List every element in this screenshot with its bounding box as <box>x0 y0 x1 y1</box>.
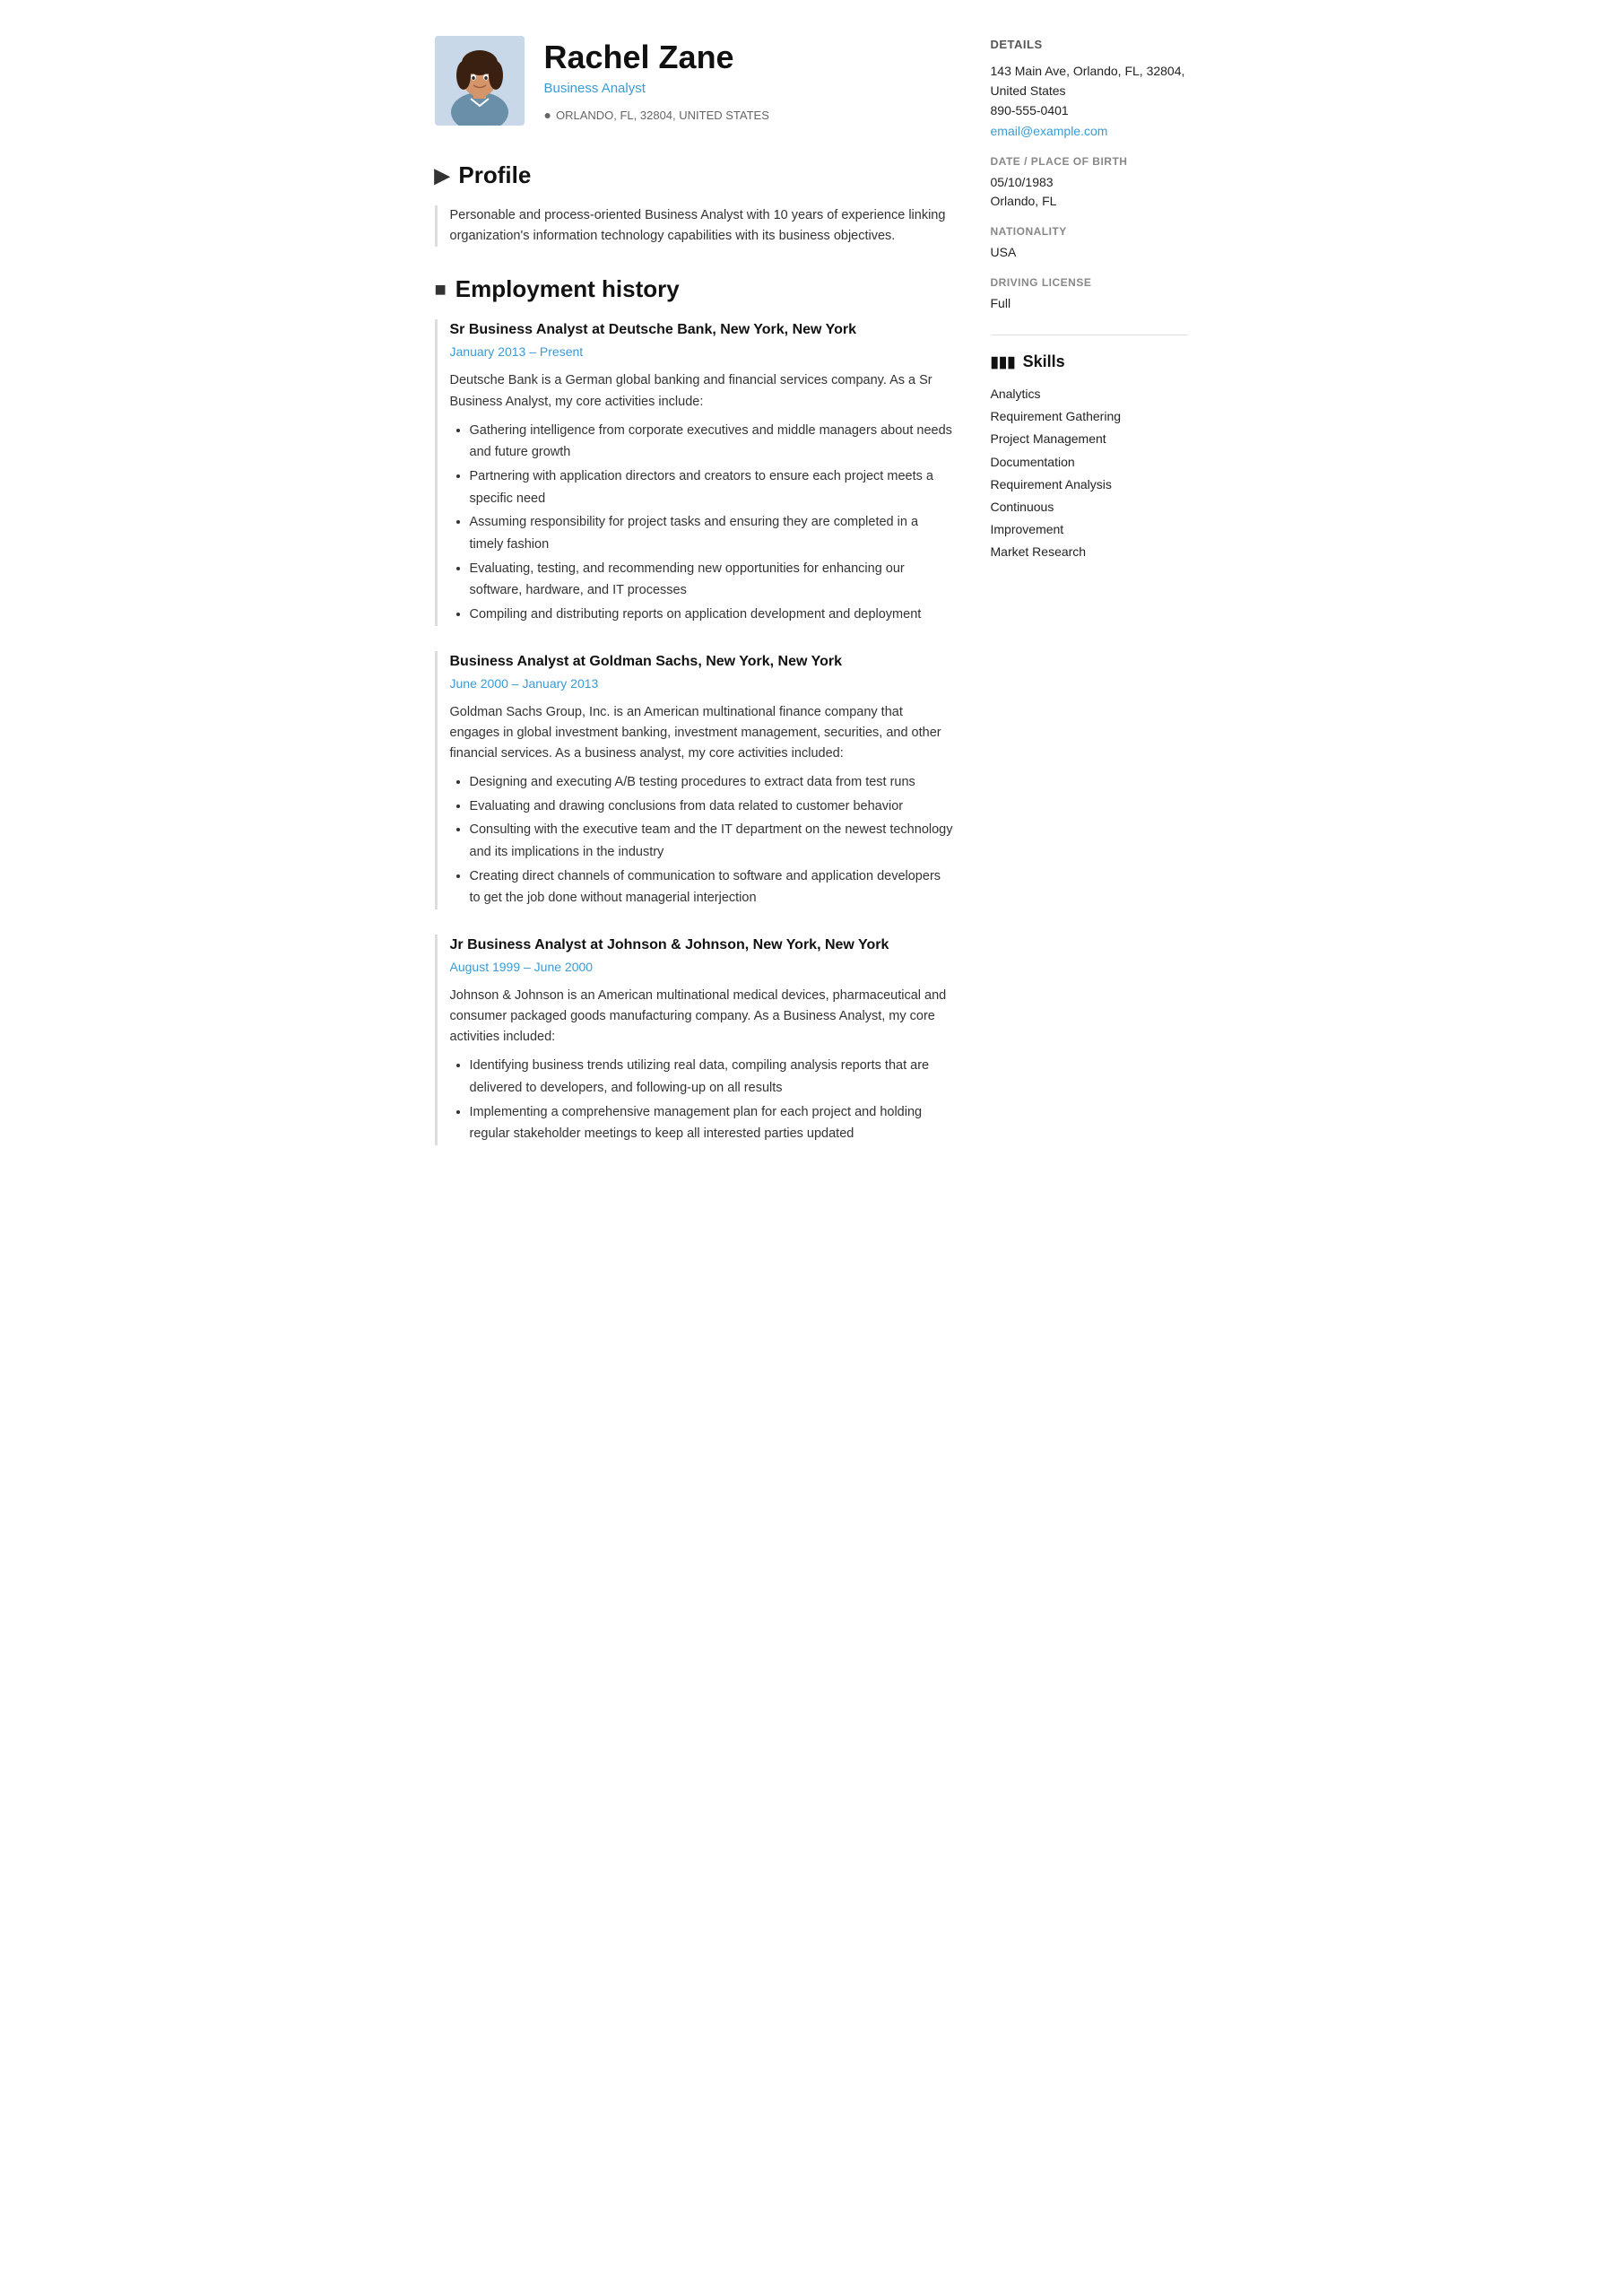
job-entry-1: Business Analyst at Goldman Sachs, New Y… <box>435 651 955 909</box>
dob-label: DATE / PLACE OF BIRTH <box>991 153 1188 170</box>
job-desc-0: Deutsche Bank is a German global banking… <box>450 370 955 412</box>
job-bullet-0-0: Gathering intelligence from corporate ex… <box>470 420 955 464</box>
job-dates-1: June 2000 – January 2013 <box>450 674 955 693</box>
nationality-label: NATIONALITY <box>991 223 1188 239</box>
job-bullet-2-1: Implementing a comprehensive management … <box>470 1101 955 1145</box>
skill-item-7: Market Research <box>991 541 1188 563</box>
skills-section: ▮▮▮ Skills AnalyticsRequirement Gatherin… <box>991 350 1188 564</box>
skill-item-2: Project Management <box>991 428 1188 450</box>
profile-text: Personable and process-oriented Business… <box>435 205 955 247</box>
job-title-0: Sr Business Analyst at Deutsche Bank, Ne… <box>450 319 955 341</box>
header-title: Business Analyst <box>544 79 769 100</box>
job-dates-2: August 1999 – June 2000 <box>450 958 955 977</box>
job-bullets-2: Identifying business trends utilizing re… <box>450 1055 955 1145</box>
driving-value: Full <box>991 294 1188 313</box>
phone-text: 890-555-0401 <box>991 103 1069 117</box>
details-section: Details 143 Main Ave, Orlando, FL, 32804… <box>991 36 1188 313</box>
profile-section-title: ▶ Profile <box>435 158 955 193</box>
main-column: Rachel Zane Business Analyst ● ORLANDO, … <box>435 36 955 1170</box>
profile-icon: ▶ <box>435 161 450 190</box>
job-bullet-0-3: Evaluating, testing, and recommending ne… <box>470 558 955 602</box>
details-title: Details <box>991 36 1188 54</box>
skill-item-4: Requirement Analysis <box>991 474 1188 496</box>
skill-item-3: Documentation <box>991 451 1188 474</box>
job-bullet-1-1: Evaluating and drawing conclusions from … <box>470 796 955 818</box>
header: Rachel Zane Business Analyst ● ORLANDO, … <box>435 36 955 126</box>
skill-item-1: Requirement Gathering <box>991 405 1188 428</box>
skills-container: AnalyticsRequirement GatheringProject Ma… <box>991 383 1188 564</box>
job-bullet-0-4: Compiling and distributing reports on ap… <box>470 604 955 626</box>
email-text: email@example.com <box>991 124 1108 138</box>
jobs-container: Sr Business Analyst at Deutsche Bank, Ne… <box>435 319 955 1145</box>
skills-title: ▮▮▮ Skills <box>991 350 1188 374</box>
profile-section: ▶ Profile Personable and process-oriente… <box>435 158 955 247</box>
job-entry-0: Sr Business Analyst at Deutsche Bank, Ne… <box>435 319 955 625</box>
job-bullets-0: Gathering intelligence from corporate ex… <box>450 420 955 626</box>
job-title-1: Business Analyst at Goldman Sachs, New Y… <box>450 651 955 673</box>
job-title-2: Jr Business Analyst at Johnson & Johnson… <box>450 935 955 956</box>
job-dates-0: January 2013 – Present <box>450 343 955 361</box>
job-bullet-1-3: Creating direct channels of communicatio… <box>470 865 955 909</box>
job-bullet-0-2: Assuming responsibility for project task… <box>470 511 955 555</box>
job-bullet-1-2: Consulting with the executive team and t… <box>470 819 955 863</box>
job-desc-2: Johnson & Johnson is an American multina… <box>450 986 955 1048</box>
nationality-value: USA <box>991 243 1188 262</box>
skill-item-6: Improvement <box>991 518 1188 541</box>
employment-title-text: Employment history <box>455 272 680 307</box>
sidebar: Details 143 Main Ave, Orlando, FL, 32804… <box>991 36 1188 1170</box>
job-bullet-2-0: Identifying business trends utilizing re… <box>470 1055 955 1099</box>
job-bullets-1: Designing and executing A/B testing proc… <box>450 771 955 909</box>
sidebar-address: 143 Main Ave, Orlando, FL, 32804, United… <box>991 61 1188 142</box>
employment-section-title: ■ Employment history <box>435 272 955 307</box>
employment-section: ■ Employment history Sr Business Analyst… <box>435 272 955 1145</box>
header-location: ● ORLANDO, FL, 32804, UNITED STATES <box>544 106 769 125</box>
profile-title-text: Profile <box>458 158 531 193</box>
skills-title-text: Skills <box>1023 350 1065 374</box>
header-info: Rachel Zane Business Analyst ● ORLANDO, … <box>544 36 769 125</box>
job-bullet-1-0: Designing and executing A/B testing proc… <box>470 771 955 794</box>
driving-label: DRIVING LICENSE <box>991 274 1188 291</box>
address-text: 143 Main Ave, Orlando, FL, 32804, United… <box>991 64 1185 98</box>
skill-item-5: Continuous <box>991 496 1188 518</box>
location-text: ORLANDO, FL, 32804, UNITED STATES <box>556 107 769 125</box>
job-entry-2: Jr Business Analyst at Johnson & Johnson… <box>435 935 955 1145</box>
avatar <box>435 36 525 126</box>
job-desc-1: Goldman Sachs Group, Inc. is an American… <box>450 702 955 765</box>
employment-icon: ■ <box>435 274 447 304</box>
skill-item-0: Analytics <box>991 383 1188 405</box>
location-icon: ● <box>544 106 551 125</box>
resume-page: Rachel Zane Business Analyst ● ORLANDO, … <box>408 0 1215 1224</box>
dob-value: 05/10/1983 Orlando, FL <box>991 173 1188 211</box>
skills-icon: ▮▮▮ <box>991 351 1016 374</box>
header-name: Rachel Zane <box>544 39 769 75</box>
job-bullet-0-1: Partnering with application directors an… <box>470 465 955 509</box>
